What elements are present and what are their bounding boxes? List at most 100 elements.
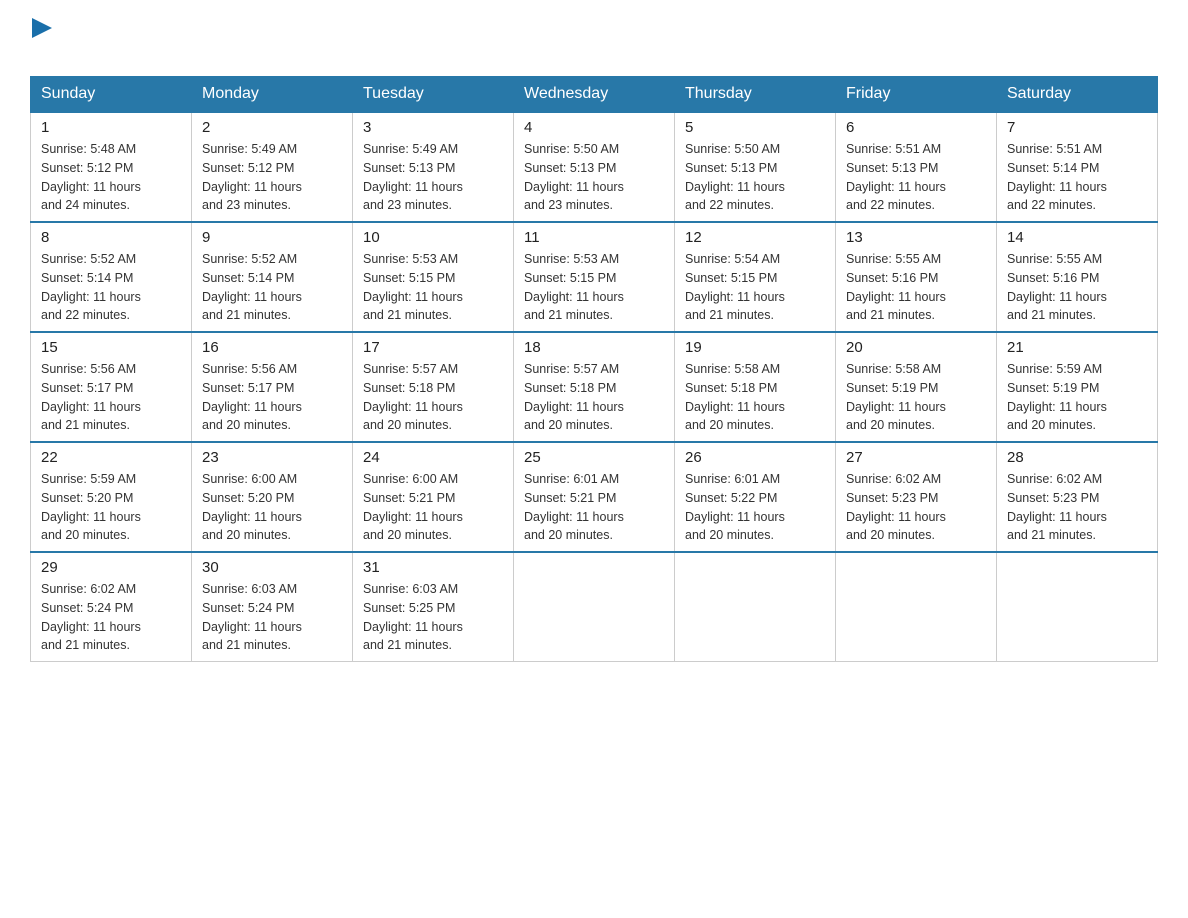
calendar-cell: 25 Sunrise: 6:01 AMSunset: 5:21 PMDaylig… <box>514 442 675 552</box>
calendar-cell <box>514 552 675 662</box>
day-info: Sunrise: 5:49 AMSunset: 5:13 PMDaylight:… <box>363 142 463 212</box>
day-info: Sunrise: 5:54 AMSunset: 5:15 PMDaylight:… <box>685 252 785 322</box>
day-info: Sunrise: 5:51 AMSunset: 5:13 PMDaylight:… <box>846 142 946 212</box>
day-number: 10 <box>363 229 503 246</box>
col-header-saturday: Saturday <box>997 77 1158 113</box>
calendar-week-3: 15 Sunrise: 5:56 AMSunset: 5:17 PMDaylig… <box>31 332 1158 442</box>
col-header-friday: Friday <box>836 77 997 113</box>
page-header <box>30 20 1158 66</box>
day-number: 17 <box>363 339 503 356</box>
calendar-cell: 19 Sunrise: 5:58 AMSunset: 5:18 PMDaylig… <box>675 332 836 442</box>
day-info: Sunrise: 5:57 AMSunset: 5:18 PMDaylight:… <box>363 362 463 432</box>
day-info: Sunrise: 6:01 AMSunset: 5:22 PMDaylight:… <box>685 472 785 542</box>
calendar-cell <box>675 552 836 662</box>
day-info: Sunrise: 5:53 AMSunset: 5:15 PMDaylight:… <box>524 252 624 322</box>
calendar-week-2: 8 Sunrise: 5:52 AMSunset: 5:14 PMDayligh… <box>31 222 1158 332</box>
calendar-week-4: 22 Sunrise: 5:59 AMSunset: 5:20 PMDaylig… <box>31 442 1158 552</box>
day-info: Sunrise: 5:51 AMSunset: 5:14 PMDaylight:… <box>1007 142 1107 212</box>
day-number: 14 <box>1007 229 1147 246</box>
calendar-cell: 24 Sunrise: 6:00 AMSunset: 5:21 PMDaylig… <box>353 442 514 552</box>
col-header-thursday: Thursday <box>675 77 836 113</box>
calendar-cell: 17 Sunrise: 5:57 AMSunset: 5:18 PMDaylig… <box>353 332 514 442</box>
day-number: 21 <box>1007 339 1147 356</box>
calendar-cell: 20 Sunrise: 5:58 AMSunset: 5:19 PMDaylig… <box>836 332 997 442</box>
calendar-cell: 8 Sunrise: 5:52 AMSunset: 5:14 PMDayligh… <box>31 222 192 332</box>
day-number: 29 <box>41 559 181 576</box>
calendar-cell: 11 Sunrise: 5:53 AMSunset: 5:15 PMDaylig… <box>514 222 675 332</box>
day-number: 6 <box>846 119 986 136</box>
calendar-cell: 4 Sunrise: 5:50 AMSunset: 5:13 PMDayligh… <box>514 112 675 222</box>
day-info: Sunrise: 6:01 AMSunset: 5:21 PMDaylight:… <box>524 472 624 542</box>
day-number: 8 <box>41 229 181 246</box>
day-info: Sunrise: 6:02 AMSunset: 5:23 PMDaylight:… <box>846 472 946 542</box>
day-number: 28 <box>1007 449 1147 466</box>
day-number: 9 <box>202 229 342 246</box>
day-info: Sunrise: 6:02 AMSunset: 5:24 PMDaylight:… <box>41 582 141 652</box>
day-number: 31 <box>363 559 503 576</box>
day-info: Sunrise: 5:52 AMSunset: 5:14 PMDaylight:… <box>202 252 302 322</box>
day-number: 1 <box>41 119 181 136</box>
calendar-cell: 15 Sunrise: 5:56 AMSunset: 5:17 PMDaylig… <box>31 332 192 442</box>
col-header-wednesday: Wednesday <box>514 77 675 113</box>
day-number: 4 <box>524 119 664 136</box>
day-info: Sunrise: 5:57 AMSunset: 5:18 PMDaylight:… <box>524 362 624 432</box>
col-header-monday: Monday <box>192 77 353 113</box>
day-number: 24 <box>363 449 503 466</box>
calendar-cell: 21 Sunrise: 5:59 AMSunset: 5:19 PMDaylig… <box>997 332 1158 442</box>
day-info: Sunrise: 5:59 AMSunset: 5:19 PMDaylight:… <box>1007 362 1107 432</box>
calendar-cell: 7 Sunrise: 5:51 AMSunset: 5:14 PMDayligh… <box>997 112 1158 222</box>
day-number: 27 <box>846 449 986 466</box>
day-number: 7 <box>1007 119 1147 136</box>
day-info: Sunrise: 5:58 AMSunset: 5:18 PMDaylight:… <box>685 362 785 432</box>
calendar-cell: 6 Sunrise: 5:51 AMSunset: 5:13 PMDayligh… <box>836 112 997 222</box>
day-number: 5 <box>685 119 825 136</box>
day-info: Sunrise: 5:58 AMSunset: 5:19 PMDaylight:… <box>846 362 946 432</box>
calendar-cell: 14 Sunrise: 5:55 AMSunset: 5:16 PMDaylig… <box>997 222 1158 332</box>
day-number: 15 <box>41 339 181 356</box>
day-info: Sunrise: 5:56 AMSunset: 5:17 PMDaylight:… <box>202 362 302 432</box>
day-info: Sunrise: 5:55 AMSunset: 5:16 PMDaylight:… <box>846 252 946 322</box>
day-info: Sunrise: 6:03 AMSunset: 5:25 PMDaylight:… <box>363 582 463 652</box>
calendar-cell: 28 Sunrise: 6:02 AMSunset: 5:23 PMDaylig… <box>997 442 1158 552</box>
day-number: 19 <box>685 339 825 356</box>
day-number: 3 <box>363 119 503 136</box>
day-number: 26 <box>685 449 825 466</box>
day-info: Sunrise: 5:49 AMSunset: 5:12 PMDaylight:… <box>202 142 302 212</box>
calendar-cell: 1 Sunrise: 5:48 AMSunset: 5:12 PMDayligh… <box>31 112 192 222</box>
calendar-week-1: 1 Sunrise: 5:48 AMSunset: 5:12 PMDayligh… <box>31 112 1158 222</box>
day-number: 12 <box>685 229 825 246</box>
calendar-cell: 29 Sunrise: 6:02 AMSunset: 5:24 PMDaylig… <box>31 552 192 662</box>
calendar-week-5: 29 Sunrise: 6:02 AMSunset: 5:24 PMDaylig… <box>31 552 1158 662</box>
calendar-cell: 2 Sunrise: 5:49 AMSunset: 5:12 PMDayligh… <box>192 112 353 222</box>
day-number: 30 <box>202 559 342 576</box>
calendar-cell: 22 Sunrise: 5:59 AMSunset: 5:20 PMDaylig… <box>31 442 192 552</box>
calendar-cell: 9 Sunrise: 5:52 AMSunset: 5:14 PMDayligh… <box>192 222 353 332</box>
day-number: 16 <box>202 339 342 356</box>
day-number: 18 <box>524 339 664 356</box>
calendar-cell: 16 Sunrise: 5:56 AMSunset: 5:17 PMDaylig… <box>192 332 353 442</box>
day-number: 20 <box>846 339 986 356</box>
calendar-cell <box>997 552 1158 662</box>
day-number: 22 <box>41 449 181 466</box>
calendar-cell: 5 Sunrise: 5:50 AMSunset: 5:13 PMDayligh… <box>675 112 836 222</box>
calendar-cell: 13 Sunrise: 5:55 AMSunset: 5:16 PMDaylig… <box>836 222 997 332</box>
day-number: 11 <box>524 229 664 246</box>
calendar-cell: 23 Sunrise: 6:00 AMSunset: 5:20 PMDaylig… <box>192 442 353 552</box>
day-number: 2 <box>202 119 342 136</box>
day-info: Sunrise: 6:03 AMSunset: 5:24 PMDaylight:… <box>202 582 302 652</box>
calendar-cell: 26 Sunrise: 6:01 AMSunset: 5:22 PMDaylig… <box>675 442 836 552</box>
day-number: 13 <box>846 229 986 246</box>
day-info: Sunrise: 5:55 AMSunset: 5:16 PMDaylight:… <box>1007 252 1107 322</box>
day-info: Sunrise: 5:48 AMSunset: 5:12 PMDaylight:… <box>41 142 141 212</box>
day-info: Sunrise: 5:52 AMSunset: 5:14 PMDaylight:… <box>41 252 141 322</box>
calendar-cell: 31 Sunrise: 6:03 AMSunset: 5:25 PMDaylig… <box>353 552 514 662</box>
logo <box>30 20 52 66</box>
calendar-cell: 18 Sunrise: 5:57 AMSunset: 5:18 PMDaylig… <box>514 332 675 442</box>
calendar-cell <box>836 552 997 662</box>
day-number: 25 <box>524 449 664 466</box>
calendar-table: SundayMondayTuesdayWednesdayThursdayFrid… <box>30 76 1158 662</box>
calendar-cell: 27 Sunrise: 6:02 AMSunset: 5:23 PMDaylig… <box>836 442 997 552</box>
calendar-cell: 10 Sunrise: 5:53 AMSunset: 5:15 PMDaylig… <box>353 222 514 332</box>
calendar-cell: 12 Sunrise: 5:54 AMSunset: 5:15 PMDaylig… <box>675 222 836 332</box>
day-info: Sunrise: 6:00 AMSunset: 5:21 PMDaylight:… <box>363 472 463 542</box>
